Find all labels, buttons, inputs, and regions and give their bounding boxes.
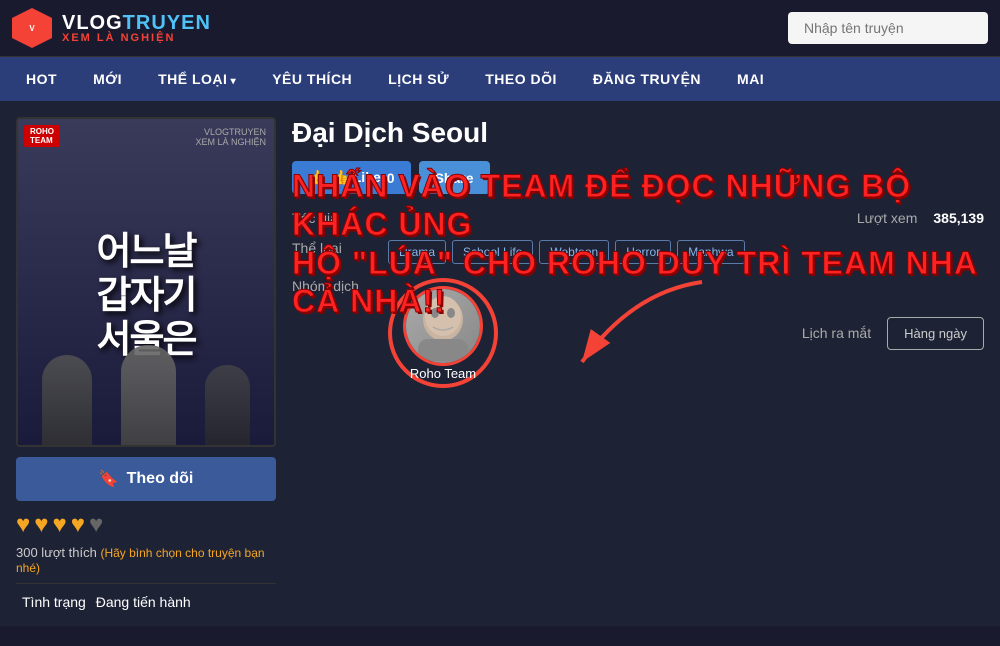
nav-lich-su[interactable]: LỊCH SỬ: [370, 57, 467, 101]
heart-3[interactable]: ♥: [53, 511, 67, 539]
header: V VLOGTRUYEN XEM LÀ NGHIỆN: [0, 0, 1000, 57]
translator-name: Roho Team: [410, 366, 476, 381]
logo-sub-text: XEM LÀ NGHIỆN: [62, 33, 211, 44]
tac-gia-label: Tác giả: [292, 210, 372, 226]
the-loai-row: Thể loại Drama School Life Webtoon Horro…: [292, 240, 984, 264]
nav-theo-doi[interactable]: THEO DÕI: [467, 57, 575, 101]
cover-watermark: VLOGTRUYENXEM LÀ NGHIỆN: [195, 127, 266, 147]
left-panel: ROHOTEAM VLOGTRUYENXEM LÀ NGHIỆN 어느날갑자기서…: [16, 117, 276, 610]
cover-characters: [18, 325, 274, 445]
logo-vlog: VLOG: [62, 12, 123, 34]
share-button[interactable]: Share: [419, 161, 490, 194]
tinh-trang-row: Tình trạng Đang tiến hành: [16, 594, 276, 610]
nhom-dich-row: Nhóm dịch: [292, 278, 984, 388]
char-2: [121, 345, 176, 445]
theo-doi-label: Theo dõi: [127, 470, 194, 488]
char-1: [42, 355, 92, 445]
like-label: 👍 Like: [331, 169, 380, 186]
rating-row: ♥ ♥ ♥ ♥ ♥: [16, 511, 276, 539]
info-section: Tác giả Lượt xem 385,139 Thể loại Drama …: [292, 210, 984, 388]
logo-icon: V: [12, 8, 52, 48]
tinh-trang-label: Tình trạng: [22, 594, 86, 610]
nav-yeu-thich[interactable]: YÊU THÍCH: [254, 57, 370, 101]
tinh-trang-value: Đang tiến hành: [96, 594, 191, 610]
theo-doi-button[interactable]: 🔖 Theo dõi: [16, 457, 276, 501]
bookmark-icon: 🔖: [99, 469, 119, 489]
logo-truyen: TRUYEN: [123, 12, 211, 34]
tag-manhwa[interactable]: Manhwa: [677, 240, 744, 264]
nav-moi[interactable]: MỚI: [75, 57, 140, 101]
svg-text:V: V: [29, 24, 35, 33]
nav-dang-truyen[interactable]: ĐĂNG TRUYỆN: [575, 57, 719, 101]
like-count: 0: [387, 170, 395, 186]
nav-the-loai[interactable]: THỂ LOẠI: [140, 57, 254, 101]
manga-cover-inner: ROHOTEAM VLOGTRUYENXEM LÀ NGHIỆN 어느날갑자기서…: [18, 119, 274, 445]
heart-1[interactable]: ♥: [16, 511, 30, 539]
tag-horror[interactable]: Horror: [615, 240, 671, 264]
translator-avatar: [403, 286, 483, 366]
nav-bar: HOT MỚI THỂ LOẠI YÊU THÍCH LỊCH SỬ THEO …: [0, 57, 1000, 101]
tac-gia-row: Tác giả Lượt xem 385,139: [292, 210, 984, 226]
translator-circle[interactable]: Roho Team: [388, 278, 498, 388]
manga-title: Đại Dịch Seoul: [292, 117, 984, 149]
lich-ra-mat-group: Lịch ra mắt Hàng ngày: [802, 317, 984, 350]
heart-5[interactable]: ♥: [89, 511, 103, 539]
rating-count: 300 lượt thích (Hãy bình chọn cho truyện…: [16, 545, 276, 575]
tag-school-life[interactable]: School Life: [452, 240, 533, 264]
content-wrapper: ROHOTEAM VLOGTRUYENXEM LÀ NGHIỆN 어느날갑자기서…: [16, 117, 984, 610]
tag-drama[interactable]: Drama: [388, 240, 446, 264]
thumbs-up-icon: 👍: [308, 169, 325, 186]
main-content: ROHOTEAM VLOGTRUYENXEM LÀ NGHIỆN 어느날갑자기서…: [0, 101, 1000, 626]
hang-ngay-button[interactable]: Hàng ngày: [887, 317, 984, 350]
logo-text: VLOGTRUYEN XEM LÀ NGHIỆN: [62, 13, 211, 44]
rating-count-text: 300 lượt thích: [16, 545, 97, 560]
logo-main-text: VLOGTRUYEN: [62, 13, 211, 33]
separator-1: [16, 583, 276, 584]
action-buttons: 👍 👍 Like 0 Share: [292, 161, 984, 194]
logo[interactable]: V VLOGTRUYEN XEM LÀ NGHIỆN: [12, 8, 211, 48]
translator-avatar-inner: [406, 289, 480, 363]
lich-ra-mat-label: Lịch ra mắt: [802, 325, 871, 341]
nav-hot[interactable]: HOT: [8, 57, 75, 101]
nav-mai[interactable]: MAI: [719, 57, 782, 101]
luot-xem-label: Lượt xem: [857, 210, 918, 226]
the-loai-label: Thể loại: [292, 240, 372, 256]
heart-4[interactable]: ♥: [71, 511, 85, 539]
like-button[interactable]: 👍 👍 Like 0: [292, 161, 411, 194]
tag-webtoon[interactable]: Webtoon: [539, 240, 609, 264]
heart-2[interactable]: ♥: [34, 511, 48, 539]
genre-tags: Drama School Life Webtoon Horror Manhwa: [388, 240, 745, 264]
manga-cover: ROHOTEAM VLOGTRUYENXEM LÀ NGHIỆN 어느날갑자기서…: [16, 117, 276, 447]
luot-xem-value: 385,139: [933, 210, 984, 226]
luot-xem-group: Lượt xem 385,139: [857, 210, 984, 226]
char-3: [205, 365, 250, 445]
right-panel: Đại Dịch Seoul 👍 👍 Like 0 Share NHẤN VÀO…: [292, 117, 984, 402]
nhom-dich-label: Nhóm dịch: [292, 278, 372, 294]
search-input[interactable]: [788, 12, 988, 44]
cover-team-badge: ROHOTEAM: [24, 125, 60, 147]
